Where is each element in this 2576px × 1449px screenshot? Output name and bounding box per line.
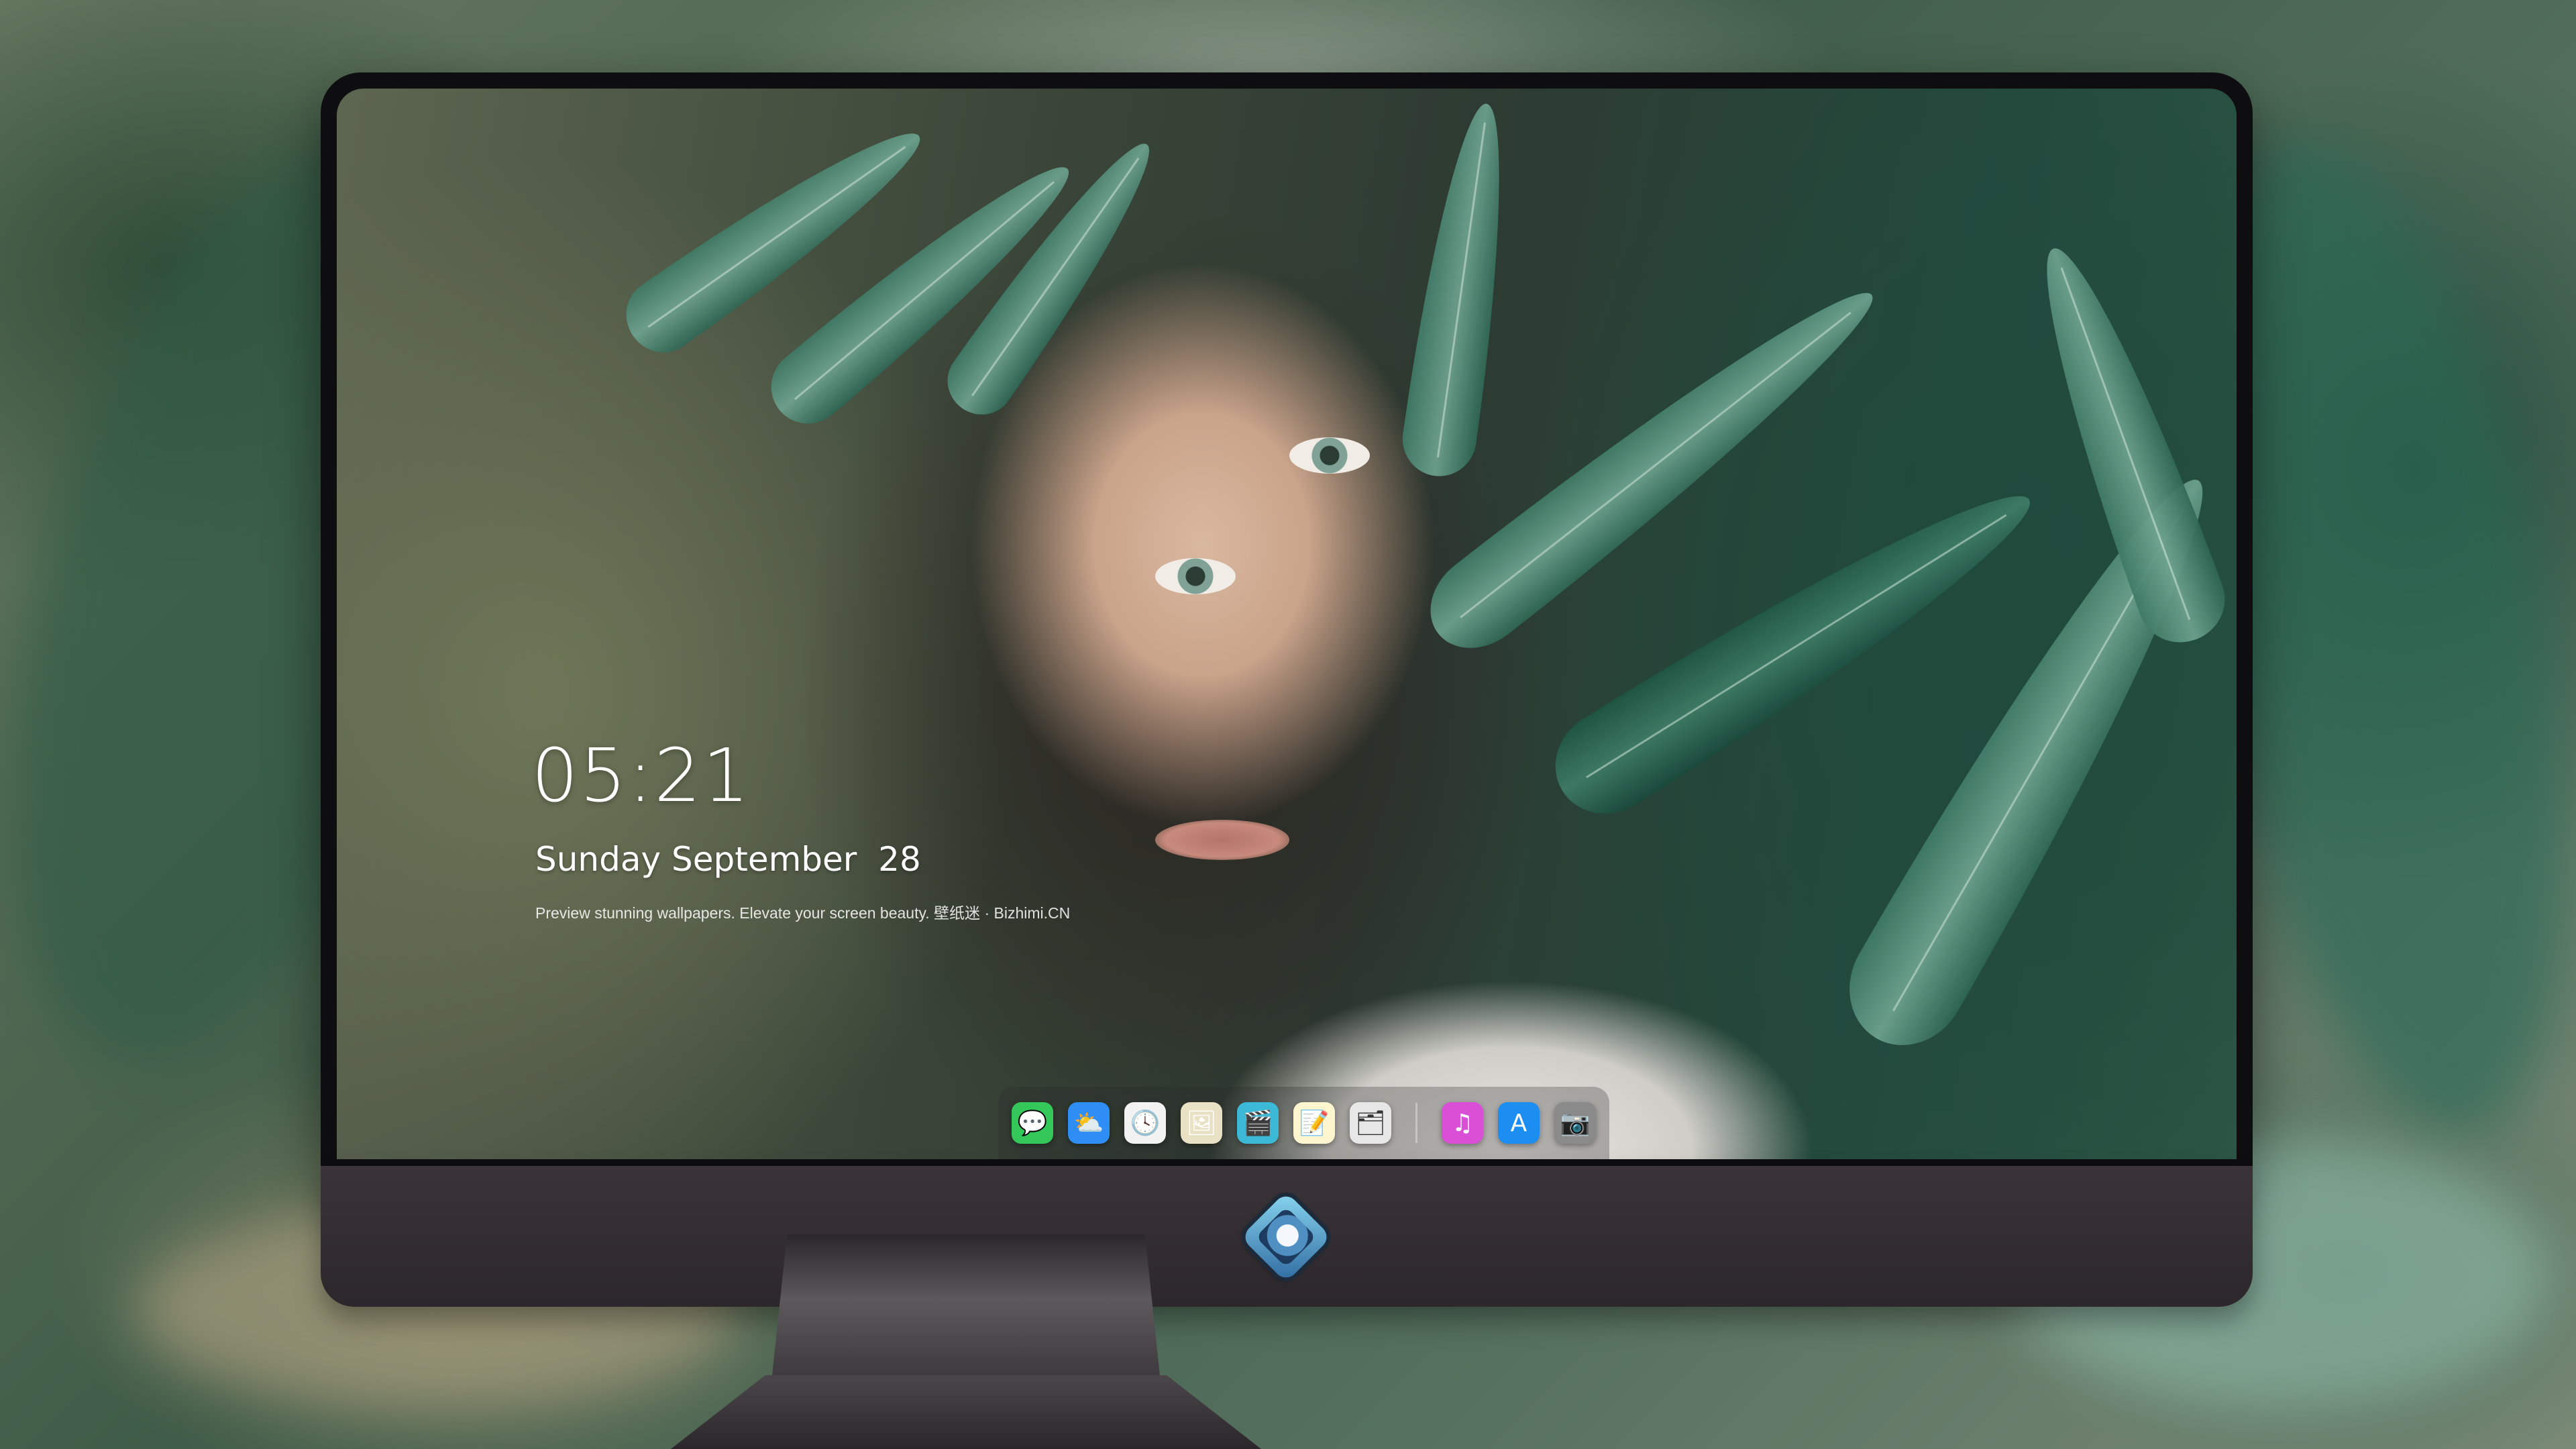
wallpaper-eye <box>1155 558 1236 594</box>
lock-date: Sunday September 28 <box>535 840 921 879</box>
dock: 💬 ⛅ 🕓 🖼 🎬 📝 🗂 ♫ A 📷 <box>998 1087 1609 1159</box>
preview-icon[interactable]: 🖼 <box>1181 1102 1222 1144</box>
brand-logo-icon <box>1240 1191 1332 1283</box>
monitor-stand-neck <box>771 1234 1161 1382</box>
music-icon[interactable]: ♫ <box>1442 1102 1483 1144</box>
monitor-bezel: 05:21 Sunday September 28 Preview stunni… <box>321 72 2253 1166</box>
notes-icon[interactable]: 📝 <box>1293 1102 1335 1144</box>
monitor-chin <box>321 1166 2253 1307</box>
dock-separator <box>1415 1103 1417 1143</box>
messages-icon[interactable]: 💬 <box>1012 1102 1053 1144</box>
monitor-stand-base <box>671 1375 1261 1449</box>
lock-clock: 05:21 <box>531 733 751 818</box>
app-store-icon[interactable]: A <box>1498 1102 1540 1144</box>
lock-tagline: Preview stunning wallpapers. Elevate you… <box>535 904 1071 922</box>
weather-icon[interactable]: ⛅ <box>1068 1102 1110 1144</box>
wallpaper-eye <box>1289 437 1370 474</box>
screen-wallpaper: 05:21 Sunday September 28 Preview stunni… <box>337 89 2237 1159</box>
claquette-icon[interactable]: 🎬 <box>1237 1102 1279 1144</box>
clock-icon[interactable]: 🕓 <box>1124 1102 1166 1144</box>
monitor: 05:21 Sunday September 28 Preview stunni… <box>321 72 2253 1307</box>
photos-icon[interactable]: 🗂 <box>1350 1102 1391 1144</box>
camera-icon[interactable]: 📷 <box>1554 1102 1596 1144</box>
wallpaper-lips <box>1155 820 1289 860</box>
wallpaper-leaf <box>1397 99 1523 481</box>
